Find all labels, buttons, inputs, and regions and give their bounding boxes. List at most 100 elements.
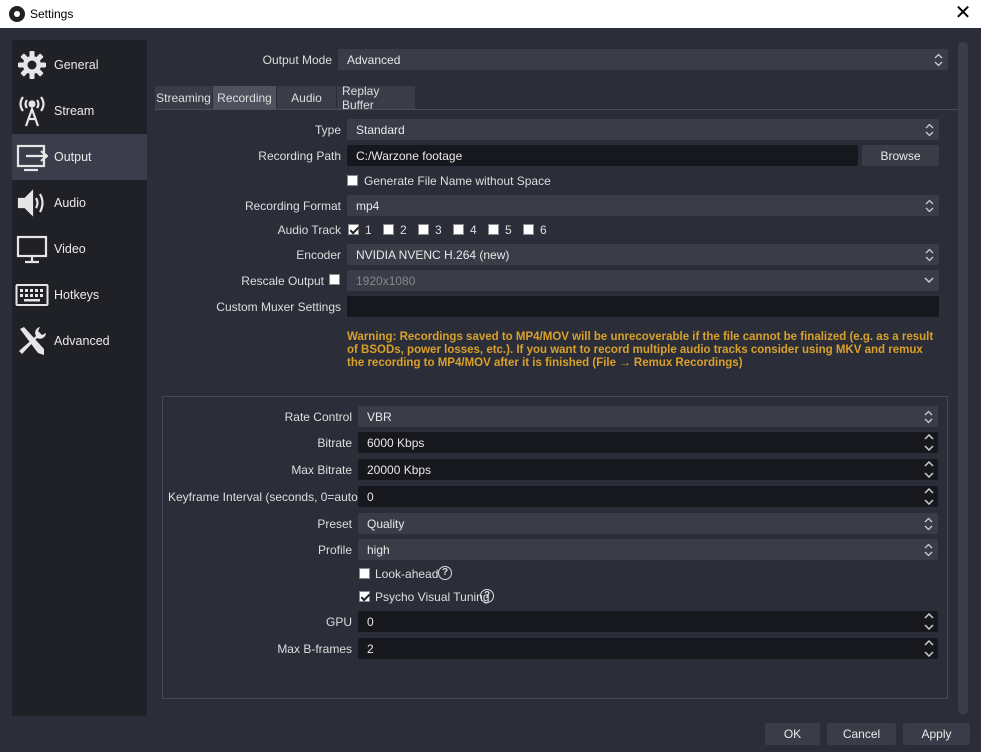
keyframe-interval-value: 0 [367,489,374,504]
spin-arrows-icon[interactable] [920,638,938,659]
output-tabs: Streaming Recording Audio Replay Buffer [155,84,416,112]
sidebar-item-video[interactable]: Video [12,226,147,272]
encoder-select[interactable]: NVIDIA NVENC H.264 (new) [347,244,939,265]
audio-track-1-label: 1 [365,223,372,237]
encoder-label: Encoder [296,248,341,262]
recording-format-select[interactable]: mp4 [347,195,939,216]
spin-arrows-icon[interactable] [920,432,938,453]
cancel-button[interactable]: Cancel [827,723,896,745]
updown-arrows-icon [922,409,934,424]
output-mode-label: Output Mode [262,53,332,67]
sidebar-item-audio[interactable]: Audio [12,180,147,226]
sidebar-item-label: Video [54,242,86,256]
psycho-visual-tuning-checkbox[interactable] [359,591,370,602]
recording-format-value: mp4 [356,198,380,213]
chevron-down-icon [923,273,935,288]
updown-arrows-icon [923,122,935,137]
rescale-resolution-select[interactable]: 1920x1080 [347,270,939,291]
sidebar-item-hotkeys[interactable]: Hotkeys [12,272,147,318]
ok-button[interactable]: OK [765,723,820,745]
audio-track-5-label: 5 [505,223,512,237]
generate-filename-label: Generate File Name without Space [364,174,551,188]
settings-sidebar: General Stream Output Audio Video Hotkey… [12,40,147,716]
look-ahead-label: Look-ahead [375,567,439,581]
encoder-value: NVIDIA NVENC H.264 (new) [356,247,510,262]
rescale-output-label: Rescale Output [241,274,324,288]
recording-path-label: Recording Path [258,149,341,163]
updown-arrows-icon [932,52,944,67]
updown-arrows-icon [923,198,935,213]
bitrate-value: 6000 Kbps [367,435,425,450]
apply-button[interactable]: Apply [903,723,970,745]
audio-track-2-checkbox[interactable] [383,224,394,235]
tools-icon [15,324,49,358]
help-icon[interactable]: ? [480,589,494,603]
audio-track-1-checkbox[interactable] [348,224,359,235]
vertical-scrollbar[interactable] [958,42,968,714]
monitor-icon [15,232,49,266]
sidebar-item-label: Stream [54,104,95,118]
close-icon[interactable]: ✕ [953,3,973,23]
output-mode-select[interactable]: Advanced [338,49,948,70]
recording-path-input[interactable]: C:/Warzone footage [347,145,858,166]
keyframe-interval-spinbox[interactable]: 0 [358,486,938,507]
generate-filename-checkbox[interactable] [347,175,358,186]
bitrate-label: Bitrate [317,436,352,450]
updown-arrows-icon [923,247,935,262]
look-ahead-checkbox[interactable] [359,568,370,579]
type-select[interactable]: Standard [347,119,939,140]
spin-arrows-icon[interactable] [920,459,938,480]
keyframe-interval-label: Keyframe Interval (seconds, 0=auto) [168,490,362,504]
audio-track-6-checkbox[interactable] [523,224,534,235]
rate-control-label: Rate Control [284,410,352,424]
rate-control-value: VBR [367,409,392,424]
gpu-label: GPU [325,615,352,629]
spin-arrows-icon[interactable] [920,611,938,632]
sidebar-item-stream[interactable]: Stream [12,88,147,134]
preset-label: Preset [317,517,352,531]
output-icon [15,140,49,174]
updown-arrows-icon [922,516,934,531]
tab-audio[interactable]: Audio [277,86,337,110]
audio-track-3-checkbox[interactable] [418,224,429,235]
sidebar-item-advanced[interactable]: Advanced [12,318,147,364]
spin-arrows-icon[interactable] [920,486,938,507]
max-bitrate-value: 20000 Kbps [367,462,432,477]
preset-select[interactable]: Quality [358,513,938,534]
sidebar-item-general[interactable]: General [12,42,147,88]
psycho-visual-tuning-label: Psycho Visual Tuning [375,590,490,604]
max-bitrate-label: Max Bitrate [291,463,352,477]
max-bframes-value: 2 [367,641,374,656]
rescale-resolution-value: 1920x1080 [356,273,416,288]
type-value: Standard [356,122,405,137]
speaker-icon [15,186,49,220]
audio-track-5-checkbox[interactable] [488,224,499,235]
custom-muxer-label: Custom Muxer Settings [216,300,341,314]
browse-button[interactable]: Browse [862,145,939,166]
sidebar-item-label: Audio [54,196,86,210]
tab-recording[interactable]: Recording [213,86,277,110]
audio-track-3-label: 3 [435,223,442,237]
profile-select[interactable]: high [358,539,938,560]
custom-muxer-input[interactable] [347,296,939,317]
rate-control-select[interactable]: VBR [358,406,938,427]
help-icon[interactable]: ? [438,566,452,580]
tab-streaming[interactable]: Streaming [155,86,213,110]
updown-arrows-icon [922,542,934,557]
profile-value: high [367,542,390,557]
max-bitrate-spinbox[interactable]: 20000 Kbps [358,459,938,480]
keyboard-icon [15,278,49,312]
sidebar-item-output[interactable]: Output [12,134,147,180]
bitrate-spinbox[interactable]: 6000 Kbps [358,432,938,453]
type-label: Type [314,123,341,137]
audio-track-label: Audio Track [277,223,341,237]
tab-replay-buffer[interactable]: Replay Buffer [337,84,416,112]
profile-label: Profile [317,543,352,557]
max-bframes-spinbox[interactable]: 2 [358,638,938,659]
rescale-output-checkbox[interactable] [329,274,340,285]
audio-track-6-label: 6 [540,223,547,237]
gear-icon [15,48,49,82]
sidebar-item-label: Hotkeys [54,288,100,302]
audio-track-4-checkbox[interactable] [453,224,464,235]
gpu-spinbox[interactable]: 0 [358,611,938,632]
